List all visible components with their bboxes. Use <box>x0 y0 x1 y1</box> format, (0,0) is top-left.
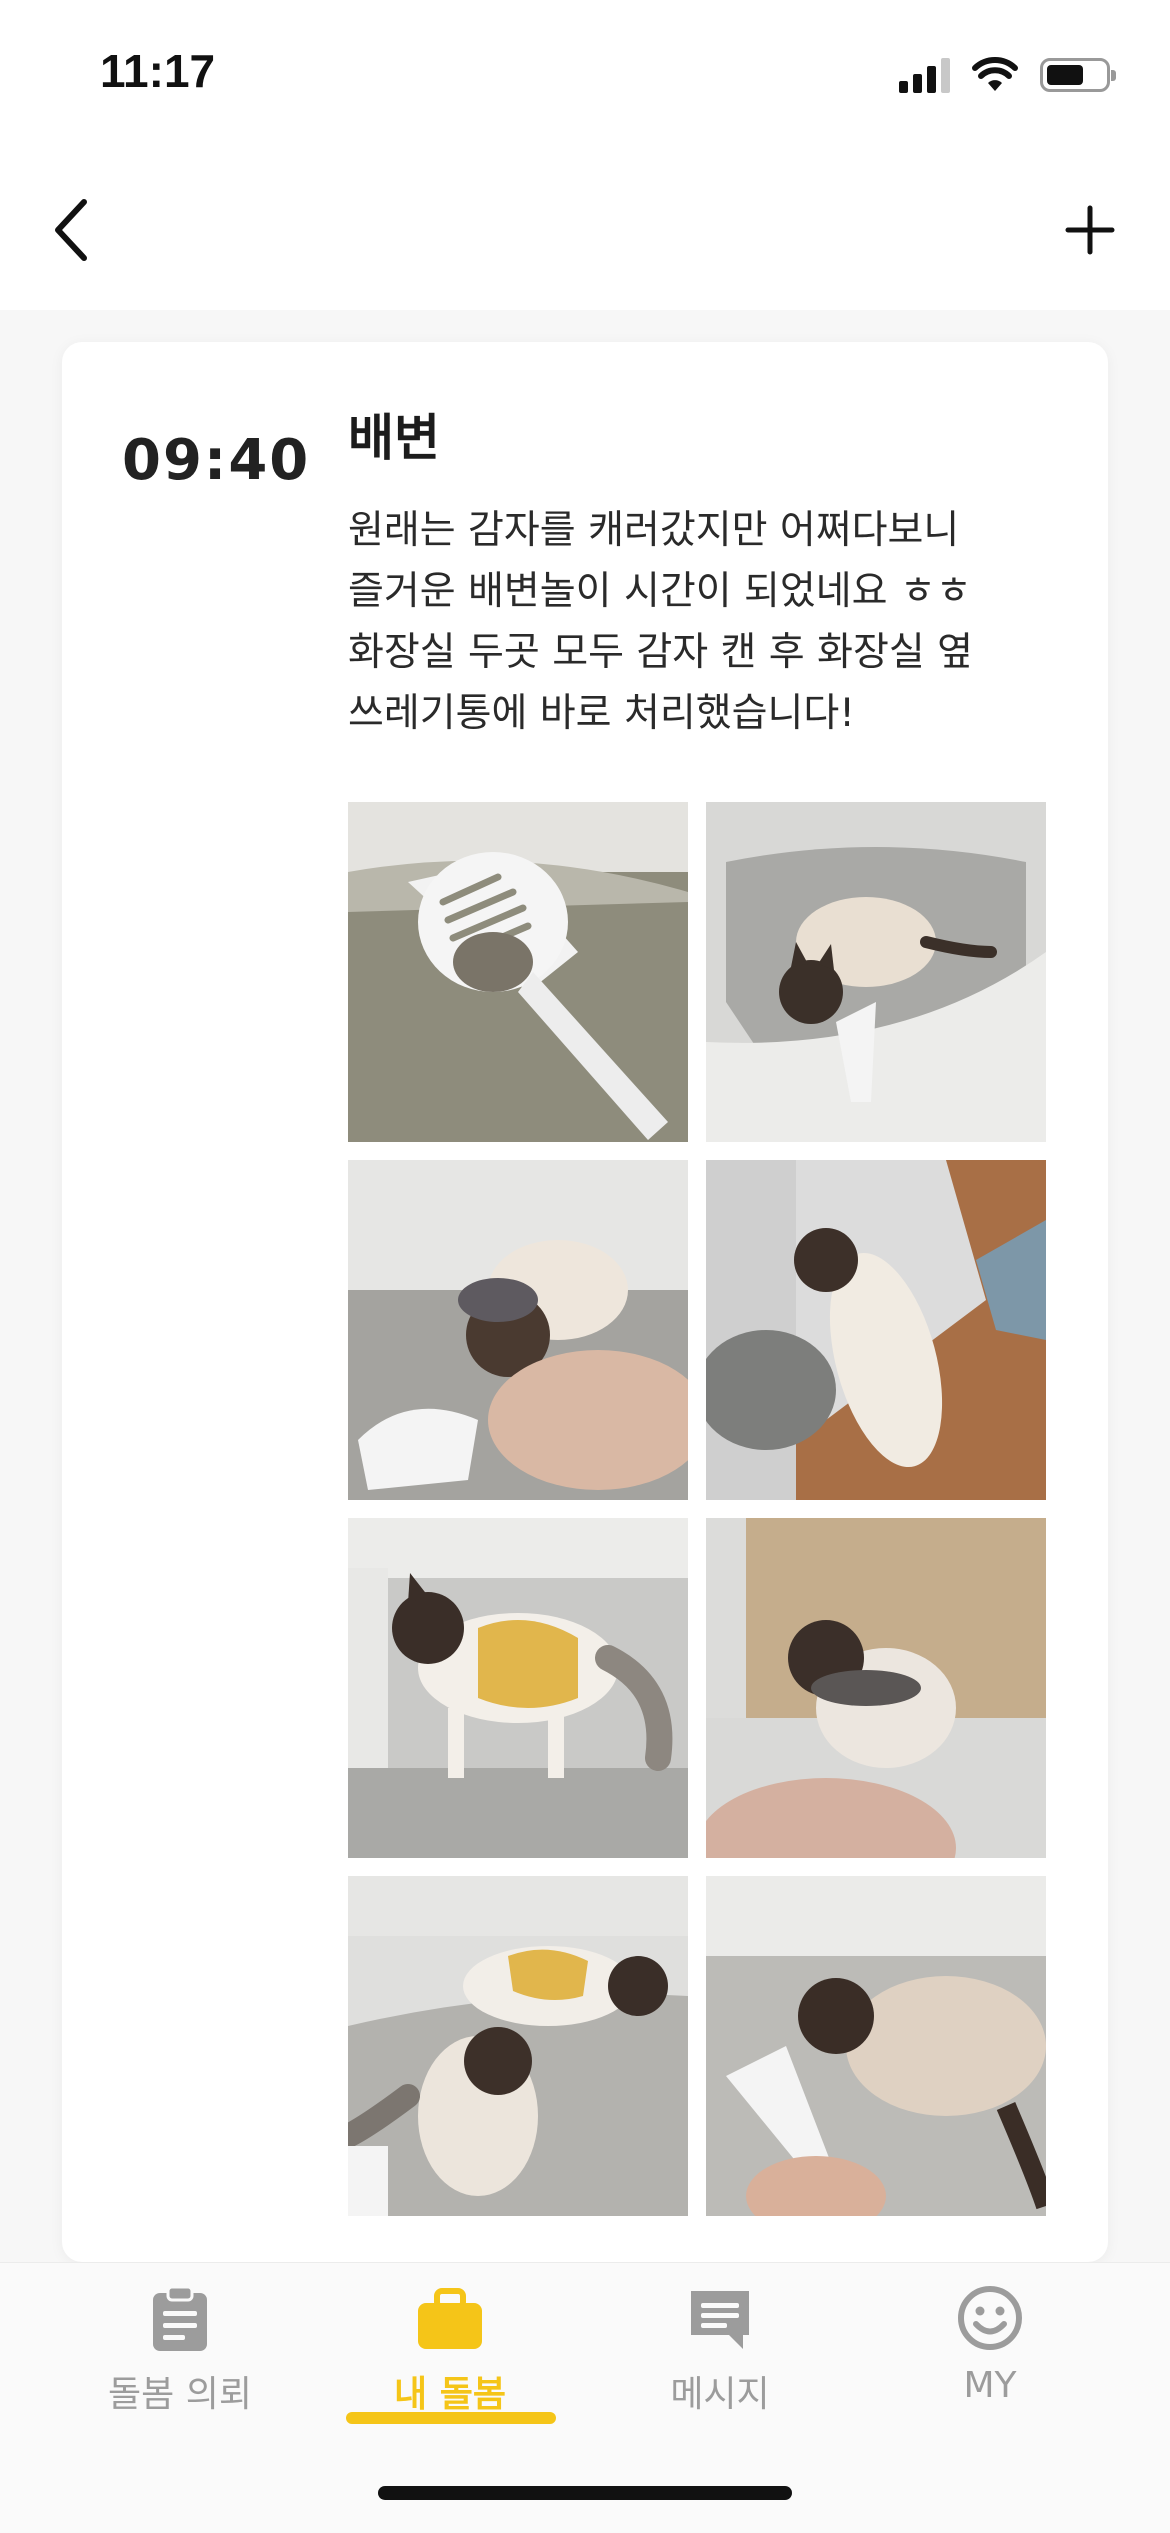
battery-icon <box>1040 58 1116 92</box>
status-bar: 11:17 <box>0 0 1170 150</box>
entry-title: 배변 <box>348 409 440 467</box>
tab-care-request[interactable]: 돌봄 의뢰 <box>45 2283 315 2463</box>
photo-grid <box>348 802 1046 2216</box>
plus-icon[interactable] <box>1050 190 1130 270</box>
entry-body-line: 화장실 두곳 모두 감자 캔 후 화장실 옆 <box>348 630 973 675</box>
status-icons <box>899 52 1116 98</box>
entry-body: 원래는 감자를 캐러갔지만 어쩌다보니 즐거운 배변놀이 시간이 되었네요 ㅎㅎ… <box>348 500 1048 744</box>
home-indicator[interactable] <box>378 2486 792 2500</box>
cat-lying-on-floor-photo[interactable] <box>706 1160 1046 1500</box>
cat-with-scoop-photo[interactable] <box>706 1876 1046 2216</box>
cat-in-yellow-dress-photo[interactable] <box>348 1518 688 1858</box>
cat-in-litter-box-photo[interactable] <box>706 802 1046 1142</box>
chevron-left-icon[interactable] <box>40 190 120 270</box>
tab-label: MY <box>963 2365 1017 2406</box>
navigation-bar <box>0 150 1170 310</box>
message-icon <box>691 2291 749 2349</box>
cat-digging-litter-photo[interactable] <box>348 1160 688 1500</box>
entry-body-line: 즐거운 배변놀이 시간이 되었네요 ㅎㅎ <box>348 569 972 614</box>
two-cats-in-litter-box-photo[interactable] <box>348 1876 688 2216</box>
tab-messages[interactable]: 메시지 <box>585 2283 855 2463</box>
smiley-icon <box>958 2286 1022 2350</box>
scoop-with-litter-photo[interactable] <box>348 802 688 1142</box>
entry-body-line: 쓰레기통에 바로 처리했습니다! <box>348 691 855 736</box>
tab-label: 내 돌봄 <box>394 2374 506 2415</box>
entry-body-line: 원래는 감자를 캐러갔지만 어쩌다보니 <box>348 508 960 553</box>
cellular-signal-icon <box>899 57 950 93</box>
clipboard-icon <box>153 2285 207 2351</box>
tab-label: 메시지 <box>670 2374 770 2415</box>
entry-time: 09:40 <box>122 428 311 493</box>
status-time: 11:17 <box>100 45 216 97</box>
briefcase-icon <box>418 2288 482 2349</box>
care-log-card: 09:40 배변 원래는 감자를 캐러갔지만 어쩌다보니 즐거운 배변놀이 시간… <box>62 342 1108 2262</box>
wifi-icon <box>972 57 1018 91</box>
active-tab-indicator <box>346 2412 556 2424</box>
tab-my-care[interactable]: 내 돌봄 <box>315 2283 585 2463</box>
tab-label: 돌봄 의뢰 <box>108 2374 252 2415</box>
tab-my[interactable]: MY <box>855 2283 1125 2463</box>
cat-on-litter-mat-photo[interactable] <box>706 1518 1046 1858</box>
